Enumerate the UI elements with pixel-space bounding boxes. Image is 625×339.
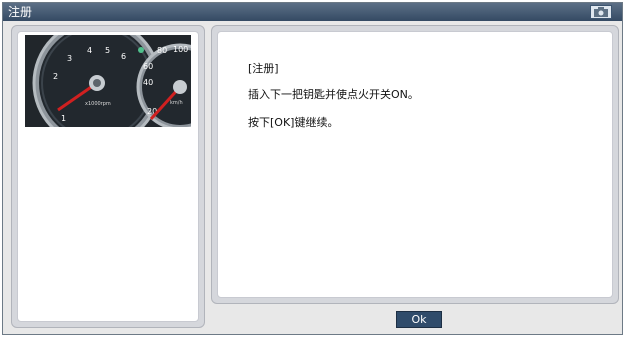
message-title: [注册]: [248, 62, 279, 75]
speed-label-80: 80: [157, 46, 167, 55]
tach-label-3: 3: [67, 54, 72, 63]
message-panel-content: [注册] 插入下一把钥匙并使点火开关ON。 按下[OK]键继续。: [217, 31, 613, 298]
instrument-cluster-image: 1 2 3 4 5 6 x1000rpm 20 40 60 80 100 km/…: [25, 18, 224, 148]
message-continue: 按下[OK]键继续。: [248, 116, 339, 129]
ok-button[interactable]: Ok: [396, 311, 442, 328]
message-instruction: 插入下一把钥匙并使点火开关ON。: [248, 88, 419, 101]
tach-label-6: 6: [121, 52, 126, 61]
tach-label-4: 4: [87, 46, 92, 55]
title-bar: 注册: [3, 3, 622, 21]
speed-label-60: 60: [143, 62, 153, 71]
message-panel: [注册] 插入下一把钥匙并使点火开关ON。 按下[OK]键继续。: [211, 25, 619, 304]
speed-unit: km/h: [170, 100, 183, 106]
speed-label-100: 100: [173, 45, 188, 54]
camera-icon[interactable]: [590, 5, 612, 19]
tach-label-5: 5: [105, 46, 110, 55]
tach-label-1: 1: [61, 114, 66, 123]
speed-label-40: 40: [143, 78, 153, 87]
window-title: 注册: [8, 5, 33, 19]
tach-unit: x1000rpm: [85, 101, 111, 107]
registration-window: 注册 1 2 3 4 5 6 x1000rpm 20 40 60 80 100 …: [2, 2, 623, 335]
tach-label-2: 2: [53, 72, 58, 81]
